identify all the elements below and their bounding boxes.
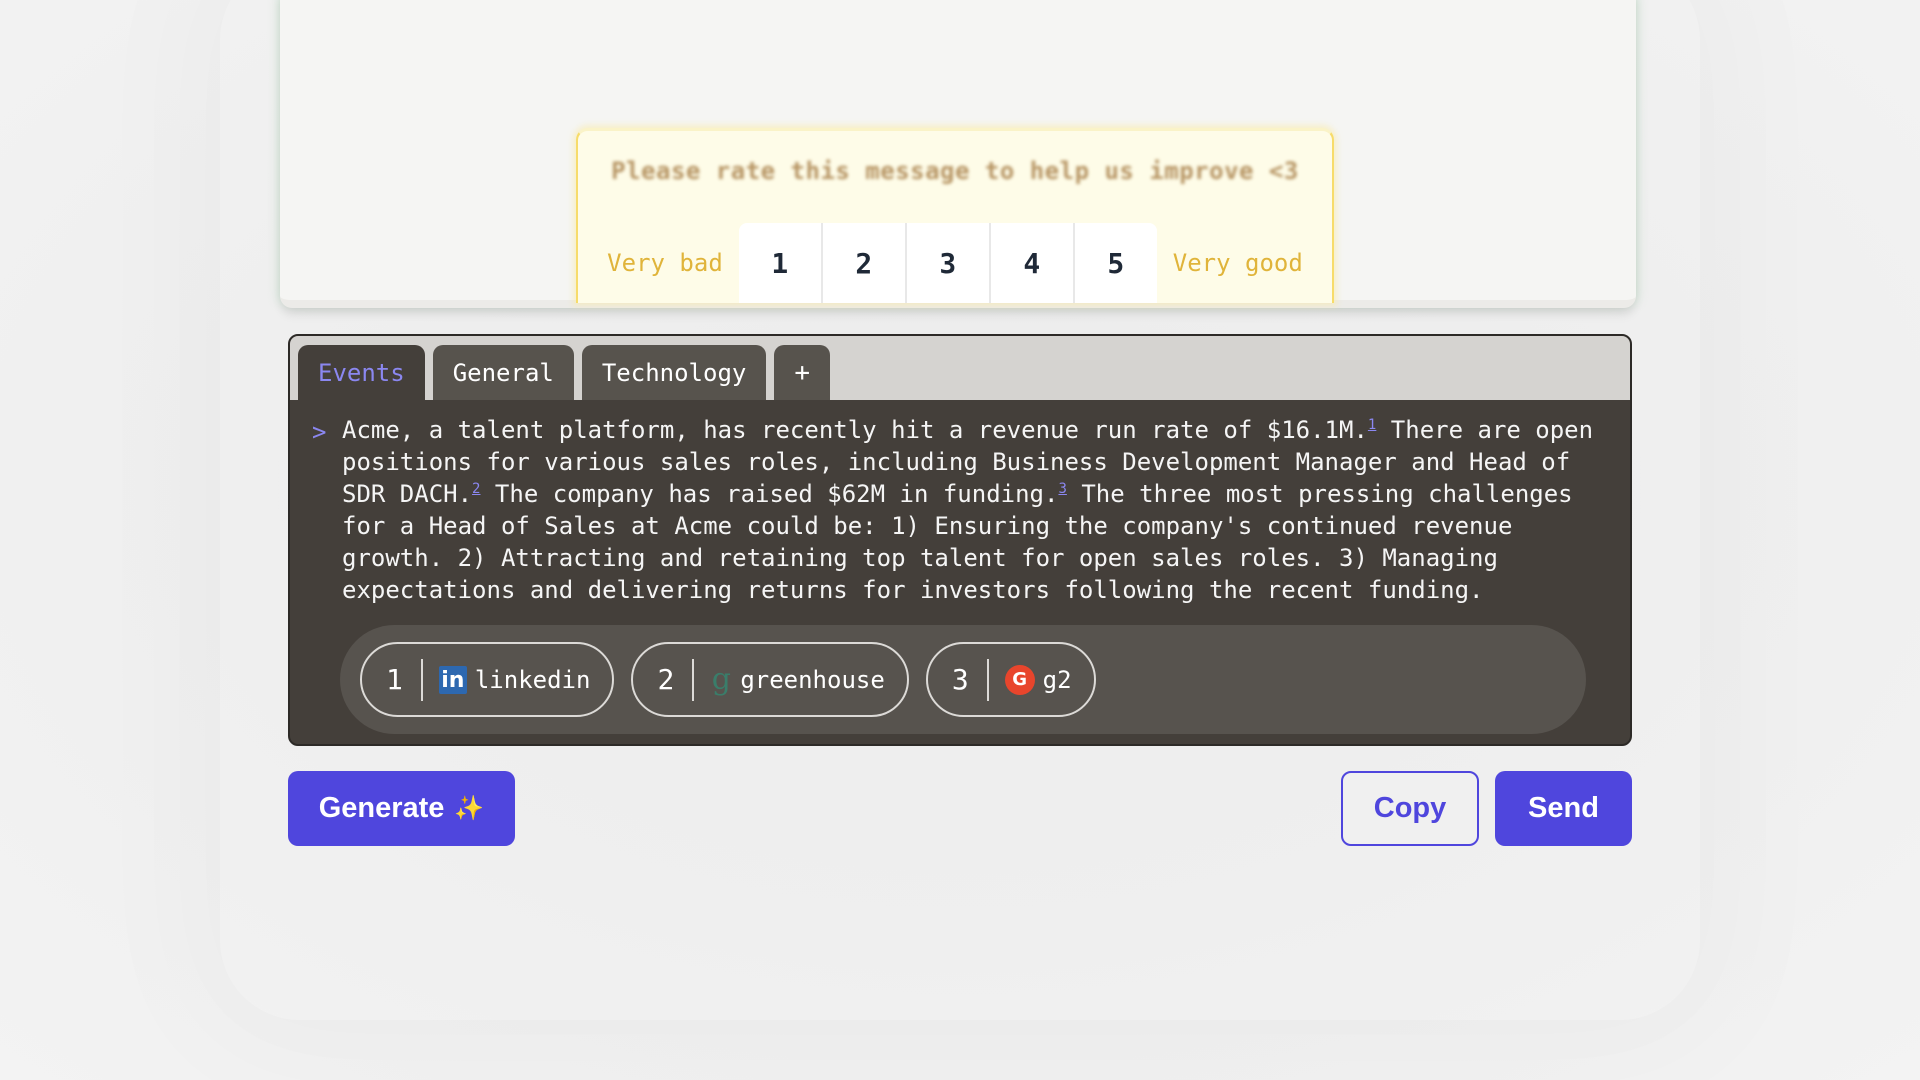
linkedin-icon: in	[438, 665, 467, 694]
message-panel: Please rate this message to help us impr…	[280, 0, 1636, 308]
generate-label: Generate	[318, 792, 445, 824]
sources-bar: 1 in linkedin 2 g greenhouse 3 G g2	[340, 625, 1586, 734]
message-editor: Events General Technology + > Acme, a ta…	[288, 334, 1632, 746]
rating-button-2[interactable]: 2	[823, 223, 907, 303]
rating-button-3[interactable]: 3	[907, 223, 991, 303]
tab-general[interactable]: General	[432, 345, 574, 400]
text-segment: Acme, a talent platform, has recently hi…	[342, 416, 1368, 444]
greenhouse-icon: g	[711, 662, 731, 697]
copy-button[interactable]: Copy	[1341, 771, 1479, 846]
rating-high-label: Very good	[1172, 249, 1303, 277]
message-content[interactable]: > Acme, a talent platform, has recently …	[290, 400, 1630, 606]
rating-widget: Please rate this message to help us impr…	[576, 128, 1334, 303]
source-label: linkedin	[474, 665, 591, 694]
tab-events[interactable]: Events	[298, 345, 425, 400]
rating-button-5[interactable]: 5	[1075, 223, 1157, 303]
source-number: 3	[951, 663, 969, 696]
message-text[interactable]: Acme, a talent platform, has recently hi…	[342, 414, 1622, 606]
text-segment: The company has raised $62M in funding.	[480, 480, 1059, 508]
send-button[interactable]: Send	[1495, 771, 1632, 846]
divider	[420, 658, 423, 701]
divider	[986, 658, 989, 701]
g2-icon: G	[1004, 664, 1035, 695]
source-number: 1	[386, 663, 403, 696]
source-number: 2	[657, 663, 675, 696]
rating-prompt: Please rate this message to help us impr…	[611, 157, 1299, 185]
source-chip-greenhouse[interactable]: 2 g greenhouse	[631, 642, 909, 717]
source-label: greenhouse	[740, 665, 885, 694]
add-tab-button[interactable]: +	[774, 345, 831, 400]
source-label: g2	[1042, 665, 1072, 694]
sparkles-icon: ✨	[454, 795, 485, 822]
rating-button-4[interactable]: 4	[991, 223, 1075, 303]
generate-button[interactable]: Generate ✨	[288, 771, 515, 846]
divider	[692, 658, 695, 701]
prompt-caret-icon: >	[312, 418, 327, 446]
source-chip-g2[interactable]: 3 G g2	[925, 642, 1096, 717]
rating-scale: Very bad 1 2 3 4 5 Very good	[578, 223, 1332, 303]
rating-low-label: Very bad	[607, 249, 723, 277]
rating-buttons: 1 2 3 4 5	[738, 223, 1157, 303]
source-chip-linkedin[interactable]: 1 in linkedin	[360, 642, 615, 717]
rating-button-1[interactable]: 1	[739, 223, 823, 303]
tab-bar: Events General Technology +	[290, 336, 1630, 400]
citation-3[interactable]: 3	[1058, 481, 1066, 497]
tab-technology[interactable]: Technology	[581, 345, 767, 400]
